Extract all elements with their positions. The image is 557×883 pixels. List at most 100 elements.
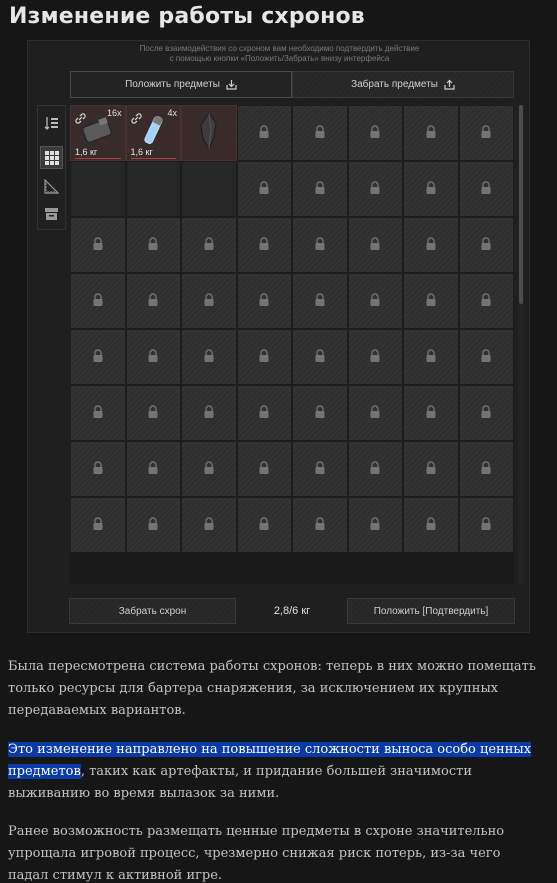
inventory-item-slot[interactable] [181, 105, 237, 161]
scrollbar-thumb[interactable] [519, 105, 523, 304]
empty-slot[interactable] [125, 161, 181, 217]
locked-slot[interactable] [458, 385, 514, 441]
lock-icon [480, 124, 492, 143]
locked-slot[interactable] [347, 385, 403, 441]
locked-slot[interactable] [236, 217, 292, 273]
locked-slot[interactable] [347, 497, 403, 553]
locked-slot[interactable] [403, 441, 459, 497]
lock-icon [147, 404, 159, 423]
lock-icon [147, 460, 159, 479]
lock-icon [314, 124, 326, 143]
lock-icon [314, 516, 326, 535]
locked-slot[interactable] [458, 161, 514, 217]
locked-slot[interactable] [292, 105, 348, 161]
lock-icon [369, 460, 381, 479]
locked-slot[interactable] [181, 217, 237, 273]
locked-slot[interactable] [70, 217, 126, 273]
locked-slot[interactable] [347, 217, 403, 273]
item-condition-bar [130, 158, 176, 159]
locked-slot[interactable] [181, 441, 237, 497]
locked-slot[interactable] [292, 441, 348, 497]
locked-slot[interactable] [125, 273, 181, 329]
lock-icon [258, 124, 270, 143]
locked-slot[interactable] [458, 273, 514, 329]
tab-put-items[interactable]: Положить предметы [70, 71, 292, 98]
empty-slot[interactable] [70, 161, 126, 217]
locked-slot[interactable] [347, 273, 403, 329]
locked-slot[interactable] [403, 217, 459, 273]
download-tray-icon [226, 79, 237, 90]
locked-slot[interactable] [347, 441, 403, 497]
tab-label: Положить предметы [125, 79, 220, 90]
inventory-scrollbar[interactable] [518, 105, 524, 584]
locked-slot[interactable] [236, 161, 292, 217]
locked-slot[interactable] [458, 441, 514, 497]
locked-slot[interactable] [458, 329, 514, 385]
stash-weight: 2,8/6 кг [273, 605, 311, 617]
locked-slot[interactable] [125, 497, 181, 553]
locked-slot[interactable] [236, 497, 292, 553]
locked-slot[interactable] [181, 329, 237, 385]
locked-slot[interactable] [236, 273, 292, 329]
lock-icon [369, 124, 381, 143]
locked-slot[interactable] [403, 161, 459, 217]
lock-icon [258, 516, 270, 535]
locked-slot[interactable] [403, 497, 459, 553]
locked-slot[interactable] [403, 105, 459, 161]
locked-slot[interactable] [181, 385, 237, 441]
locked-slot[interactable] [458, 497, 514, 553]
locked-slot[interactable] [292, 497, 348, 553]
lock-icon [92, 516, 104, 535]
locked-slot[interactable] [403, 273, 459, 329]
locked-slot[interactable] [403, 329, 459, 385]
empty-slot[interactable] [181, 161, 237, 217]
locked-slot[interactable] [347, 105, 403, 161]
item-quantity: 4x [167, 108, 177, 118]
locked-slot[interactable] [292, 385, 348, 441]
lock-icon [425, 460, 437, 479]
lock-icon [258, 348, 270, 367]
archive-box-icon[interactable] [40, 202, 63, 225]
grid-icon[interactable] [40, 146, 63, 169]
locked-slot[interactable] [403, 385, 459, 441]
locked-slot[interactable] [70, 385, 126, 441]
locked-slot[interactable] [458, 217, 514, 273]
take-stash-button[interactable]: Забрать схрон [69, 598, 236, 624]
lock-icon [369, 236, 381, 255]
locked-slot[interactable] [125, 385, 181, 441]
locked-slot[interactable] [458, 105, 514, 161]
locked-slot[interactable] [70, 497, 126, 553]
lock-icon [425, 292, 437, 311]
tab-take-items[interactable]: Забрать предметы [292, 71, 514, 98]
inventory-item-slot[interactable]: 4x 1,6 кг [125, 105, 181, 161]
article-paragraph: Ранее возможность размещать ценные предм… [8, 824, 505, 883]
locked-slot[interactable] [236, 385, 292, 441]
lock-icon [147, 236, 159, 255]
locked-slot[interactable] [236, 105, 292, 161]
sort-icon[interactable] [40, 111, 63, 134]
ruler-icon[interactable] [40, 175, 63, 198]
locked-slot[interactable] [347, 161, 403, 217]
locked-slot[interactable] [292, 217, 348, 273]
confirm-put-button[interactable]: Положить [Подтвердить] [347, 598, 515, 624]
locked-slot[interactable] [70, 329, 126, 385]
locked-slot[interactable] [292, 329, 348, 385]
locked-slot[interactable] [125, 329, 181, 385]
locked-slot[interactable] [181, 273, 237, 329]
locked-slot[interactable] [125, 441, 181, 497]
locked-slot[interactable] [181, 497, 237, 553]
locked-slot[interactable] [236, 329, 292, 385]
stash-tabs: Положить предметы Забрать предметы [70, 71, 514, 98]
lock-icon [203, 292, 215, 311]
crystal-artifact-icon [196, 111, 222, 155]
locked-slot[interactable] [70, 273, 126, 329]
locked-slot[interactable] [292, 161, 348, 217]
locked-slot[interactable] [236, 441, 292, 497]
inventory-item-slot[interactable]: 16x 1,6 кг [70, 105, 126, 161]
locked-slot[interactable] [125, 217, 181, 273]
lock-icon [258, 236, 270, 255]
locked-slot[interactable] [347, 329, 403, 385]
locked-slot[interactable] [292, 273, 348, 329]
locked-slot[interactable] [70, 441, 126, 497]
lock-icon [425, 348, 437, 367]
